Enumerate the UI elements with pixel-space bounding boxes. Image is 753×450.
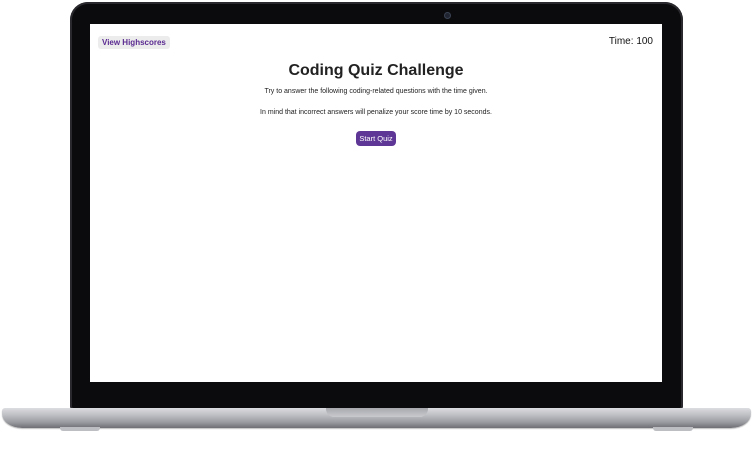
timer-value: 100 (636, 36, 653, 47)
camera-icon (444, 12, 451, 19)
device-mockup: View Highscores Time: 100 Coding Quiz Ch… (0, 0, 753, 450)
laptop-opening-notch (326, 408, 428, 417)
timer-label: Time: (608, 36, 634, 47)
laptop-foot-left (60, 427, 100, 431)
page-title: Coding Quiz Challenge (288, 62, 464, 79)
browser-viewport: View Highscores Time: 100 Coding Quiz Ch… (90, 24, 662, 382)
timer: Time: 100 (609, 36, 653, 47)
laptop-foot-right (653, 427, 693, 431)
view-highscores-link[interactable]: View Highscores (98, 36, 170, 49)
start-quiz-button[interactable]: Start Quiz (356, 131, 396, 146)
instructions-line-2: In mind that incorrect answers will pena… (260, 109, 492, 116)
instructions-line-1: Try to answer the following coding-relat… (264, 88, 488, 95)
